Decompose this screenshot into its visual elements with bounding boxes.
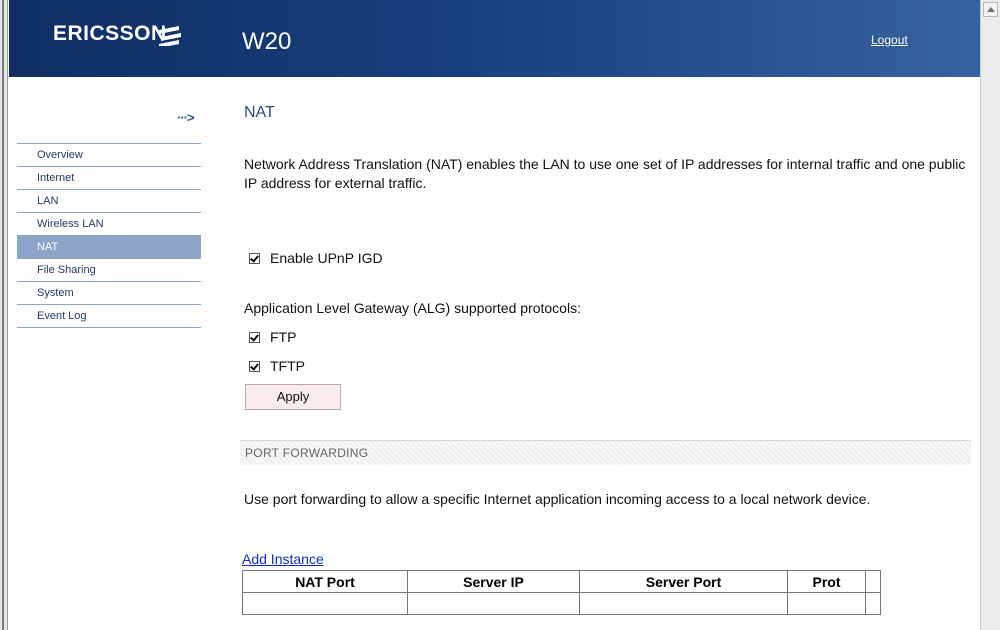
sidebar-item-overview[interactable]: Overview xyxy=(17,144,201,167)
add-instance-link[interactable]: Add Instance xyxy=(242,551,324,567)
apply-button[interactable]: Apply xyxy=(245,384,341,410)
sidebar-item-wireless-lan[interactable]: Wireless LAN xyxy=(17,213,201,236)
alg-ftp-row: FTP xyxy=(249,329,296,345)
column-header-server-ip: Server IP xyxy=(407,570,580,593)
upnp-label: Enable UPnP IGD xyxy=(270,250,383,266)
port-forwarding-title: PORT FORWARDING xyxy=(245,446,369,460)
column-header-server-port: Server Port xyxy=(579,570,788,593)
upnp-checkbox[interactable] xyxy=(249,252,260,264)
nav-arrow-icon: ···> xyxy=(177,110,195,125)
window-left-border xyxy=(0,0,8,630)
ftp-checkbox[interactable] xyxy=(249,331,260,343)
sidebar-nav: Overview Internet LAN Wireless LAN NAT F… xyxy=(17,143,201,328)
sidebar-item-event-log[interactable]: Event Log xyxy=(17,305,201,328)
table-cell xyxy=(787,592,866,615)
alg-label: Application Level Gateway (ALG) supporte… xyxy=(244,300,581,316)
table-row xyxy=(242,592,881,615)
sidebar-item-nat[interactable]: NAT xyxy=(17,236,201,259)
table-cell xyxy=(865,592,881,615)
vertical-scrollbar[interactable] xyxy=(980,0,1000,630)
sidebar-item-file-sharing[interactable]: File Sharing xyxy=(17,259,201,282)
port-forwarding-description: Use port forwarding to allow a specific … xyxy=(244,491,871,507)
column-header-nat-port: NAT Port xyxy=(242,570,408,593)
header-bar: ERICSSON W20 Logout xyxy=(9,0,980,77)
column-header-extra xyxy=(865,570,881,593)
device-title: W20 xyxy=(242,28,292,55)
port-forwarding-table: NAT Port Server IP Server Port Prot xyxy=(242,570,881,615)
table-cell xyxy=(579,592,788,615)
alg-tftp-row: TFTP xyxy=(249,358,305,374)
sidebar-item-system[interactable]: System xyxy=(17,282,201,305)
scroll-up-button[interactable] xyxy=(983,2,998,17)
upnp-row: Enable UPnP IGD xyxy=(249,250,383,266)
tftp-checkbox[interactable] xyxy=(249,360,260,372)
table-header-row: NAT Port Server IP Server Port Prot xyxy=(242,570,881,593)
nat-description: Network Address Translation (NAT) enable… xyxy=(244,156,966,191)
sidebar-item-lan[interactable]: LAN xyxy=(17,190,201,213)
table-cell xyxy=(242,592,408,615)
page-title: NAT xyxy=(244,104,275,121)
tftp-label: TFTP xyxy=(270,358,305,374)
brand-logo: ERICSSON xyxy=(53,22,167,45)
sidebar-item-internet[interactable]: Internet xyxy=(17,167,201,190)
ftp-label: FTP xyxy=(270,329,297,345)
port-forwarding-header: PORT FORWARDING xyxy=(240,440,971,465)
ericsson-logo-icon xyxy=(159,26,181,46)
logout-link[interactable]: Logout xyxy=(871,33,908,47)
table-cell xyxy=(407,592,580,615)
column-header-prot: Prot xyxy=(787,570,866,593)
